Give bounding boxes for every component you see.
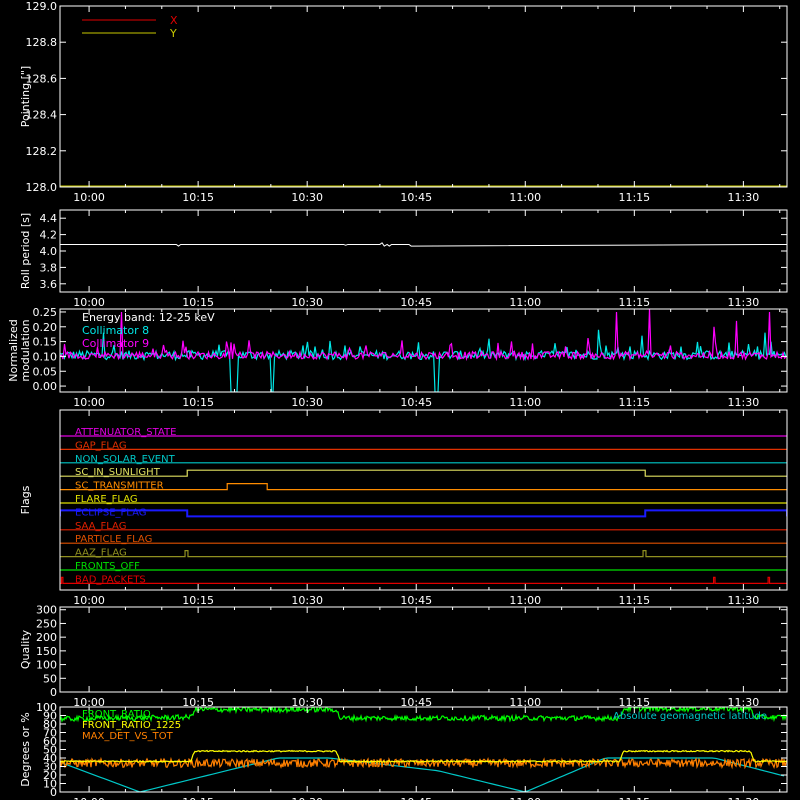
x-tick-label: 11:00 [509,296,541,309]
flag-label: PARTICLE_FLAG [75,534,152,545]
x-tick-label: 11:15 [618,396,650,409]
x-tick-label: 11:00 [509,796,541,800]
legend-label: FRONT_RATIO [82,709,151,720]
flag-label: SC_IN_SUNLIGHT [75,467,161,478]
legend-label: MAX_DET_VS_TOT [82,731,174,742]
y-axis-label-line: modulation [19,319,32,381]
x-tick-label: 11:30 [728,296,760,309]
energy-band-annotation: Energy band: 12-25 keV [82,311,215,324]
x-tick-label: 10:00 [73,296,105,309]
y-tick-label: 300 [36,604,57,617]
y-tick-label: 128.2 [26,145,58,158]
x-tick-label: 10:45 [400,796,432,800]
y-axis-label: Degrees or % [19,712,32,786]
y-tick-label: 0.10 [33,350,58,363]
x-tick-label: 11:00 [509,594,541,607]
x-tick-label: 10:00 [73,594,105,607]
y-axis-label: Pointing ["] [19,66,32,127]
x-tick-label: 10:45 [400,594,432,607]
x-tick-label: 11:00 [509,396,541,409]
x-tick-label: 11:00 [509,191,541,204]
y-tick-label: 129.0 [26,0,58,13]
x-tick-label: 10:00 [73,191,105,204]
legend-label: Absolute geomagnetic latitude [613,711,767,722]
x-tick-label: 10:15 [182,594,214,607]
y-tick-label: 3.6 [40,278,58,291]
x-tick-label: 10:00 [73,796,105,800]
flag-label: FRONTS_OFF [75,561,140,572]
x-tick-label: 10:15 [182,796,214,800]
y-axis-label: Normalizedmodulation [7,319,32,381]
y-tick-label: 0.25 [33,306,58,319]
flag-label: ECLIPSE_FLAG [75,507,146,518]
rhessi-quicklook-plot: 10:00 10:15 10:30 10:45 11:00 11:15 11:30 128.0… [0,0,800,800]
x-tick-label: 10:00 [73,396,105,409]
y-tick-label: 3.8 [40,261,58,274]
x-tick-label: 11:30 [728,796,760,800]
x-tick-label: 10:45 [400,191,432,204]
flag-label: ATTENUATOR_STATE [75,427,176,438]
legend-label: Collimator 8 [82,324,149,337]
y-tick-label: 0.00 [33,380,58,393]
legend-label: X [170,14,178,27]
y-tick-label: 128.8 [26,36,58,49]
y-axis-label: Flags [19,485,32,514]
y-tick-label: 0.15 [33,336,58,349]
x-tick-label: 10:30 [291,396,323,409]
y-tick-label: 128.0 [26,181,58,194]
y-tick-label: 50 [43,672,57,685]
y-tick-label: 4.4 [40,212,58,225]
legend-label: Y [169,27,177,40]
y-tick-label: 0.20 [33,321,58,334]
y-tick-label: 4.2 [40,229,58,242]
x-tick-label: 11:15 [618,796,650,800]
y-tick-label: 100 [36,701,57,714]
y-tick-label: 4.0 [40,245,58,258]
x-tick-label: 11:15 [618,594,650,607]
x-tick-label: 10:30 [291,594,323,607]
y-tick-label: 250 [36,617,57,630]
flag-label: SC_TRANSMITTER [75,481,164,492]
x-tick-label: 11:15 [618,191,650,204]
flag-label: AAZ_FLAG [75,548,127,559]
y-tick-label: 0 [50,686,57,699]
y-axis-label: Quality [19,629,32,669]
x-tick-label: 10:15 [182,296,214,309]
x-tick-label: 10:45 [400,396,432,409]
x-tick-label: 11:30 [728,396,760,409]
y-axis-label: Roll period [s] [19,213,32,289]
y-tick-label: 100 [36,659,57,672]
x-tick-label: 10:30 [291,191,323,204]
x-tick-label: 10:30 [291,296,323,309]
x-tick-label: 10:15 [182,396,214,409]
flag-label: GAP_FLAG [75,440,127,451]
flag-label: BAD_PACKETS [75,574,146,585]
y-tick-label: 0.05 [33,365,58,378]
x-tick-label: 11:15 [618,296,650,309]
legend-label: FRONT_RATIO_1225 [82,720,181,731]
y-tick-label: 200 [36,631,57,644]
flag-label: SAA_FLAG [75,521,126,532]
flag-label: NON_SOLAR_EVENT [75,454,176,465]
x-tick-label: 10:15 [182,191,214,204]
x-tick-label: 11:30 [728,191,760,204]
legend-label: Collimator 9 [82,337,149,350]
y-tick-label: 150 [36,645,57,658]
flag-label: FLARE_FLAG [75,494,138,505]
x-tick-label: 11:30 [728,594,760,607]
x-tick-label: 10:45 [400,296,432,309]
x-tick-label: 10:30 [291,796,323,800]
